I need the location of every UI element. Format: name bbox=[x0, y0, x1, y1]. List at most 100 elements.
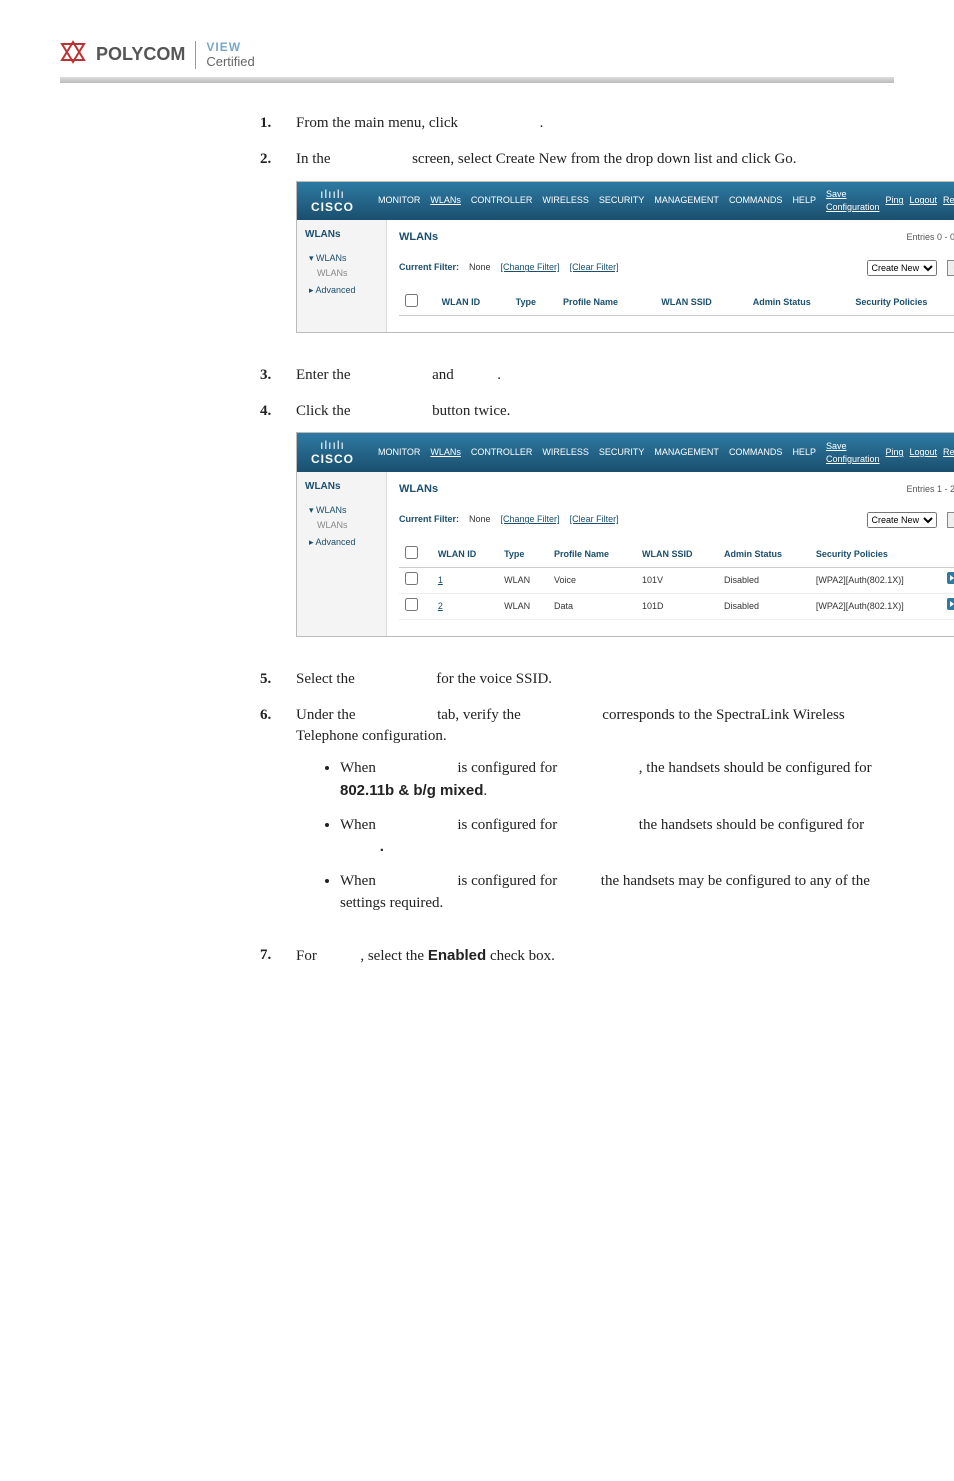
cisco-sidebar: WLANs ▾ WLANs WLANs ▸ Advanced bbox=[297, 220, 387, 332]
col-wlan-ssid: WLAN SSID bbox=[655, 290, 747, 316]
bold-text: . bbox=[380, 838, 384, 855]
filter-value: None bbox=[469, 513, 491, 526]
step-1: 1. From the main menu, click . bbox=[260, 113, 880, 135]
tab-monitor[interactable]: MONITOR bbox=[378, 194, 420, 207]
document-content: 1. From the main menu, click . 2. In the… bbox=[260, 113, 880, 967]
link-save-config[interactable]: Save Configuration bbox=[826, 440, 880, 466]
step-text: corresponds to the SpectraLink Wireless … bbox=[296, 707, 845, 745]
row-action-icon[interactable] bbox=[947, 598, 954, 610]
sidebar-heading: WLANs bbox=[305, 480, 378, 495]
filter-value: None bbox=[469, 261, 491, 274]
header-rule bbox=[60, 77, 894, 83]
cisco-top-links: Save Configuration Ping Logout Refresh bbox=[826, 433, 954, 471]
col-admin-status: Admin Status bbox=[718, 542, 810, 568]
step-text: screen, select Create New from the drop … bbox=[412, 151, 796, 167]
cell-profile: Voice bbox=[548, 567, 636, 593]
cisco-top-links: Save Configuration Ping Logout Refresh bbox=[826, 182, 954, 220]
screenshot-wlans-populated: ılıılı CISCO MONITOR WLANs CONTROLLER WI… bbox=[296, 432, 954, 636]
tab-wlans[interactable]: WLANs bbox=[430, 446, 461, 459]
tab-help[interactable]: HELP bbox=[792, 194, 816, 207]
step-5: 5. Select the for the voice SSID. bbox=[260, 669, 880, 691]
tab-commands[interactable]: COMMANDS bbox=[729, 194, 783, 207]
tab-security[interactable]: SECURITY bbox=[599, 446, 645, 459]
cisco-main-panel: WLANs Entries 0 - 0 of 0 Current Filter:… bbox=[387, 220, 954, 332]
tab-help[interactable]: HELP bbox=[792, 446, 816, 459]
go-button[interactable]: Go bbox=[947, 512, 954, 528]
sidebar-item-advanced[interactable]: ▸ Advanced bbox=[309, 284, 378, 297]
filter-label: Current Filter: bbox=[399, 261, 459, 274]
cell-type: WLAN bbox=[498, 593, 548, 619]
step-7: 7. For , select the Enabled check box. bbox=[260, 945, 880, 968]
cell-security: [WPA2][Auth(802.1X)] bbox=[810, 567, 941, 593]
clear-filter-link[interactable]: [Clear Filter] bbox=[570, 261, 619, 274]
tab-management[interactable]: MANAGEMENT bbox=[654, 194, 719, 207]
col-type: Type bbox=[510, 290, 557, 316]
change-filter-link[interactable]: [Change Filter] bbox=[501, 261, 560, 274]
row-checkbox[interactable] bbox=[405, 598, 418, 611]
step-4: 4. Click the button twice. ılıılı CISCO bbox=[260, 401, 880, 655]
panel-title: WLANs bbox=[399, 482, 438, 498]
clear-filter-link[interactable]: [Clear Filter] bbox=[570, 513, 619, 526]
col-checkbox bbox=[399, 542, 432, 568]
cisco-nav-tabs: MONITOR WLANs CONTROLLER WIRELESS SECURI… bbox=[368, 182, 826, 220]
row-action-icon[interactable] bbox=[947, 572, 954, 584]
row-checkbox[interactable] bbox=[405, 572, 418, 585]
step-number: 4. bbox=[260, 401, 296, 655]
wlan-id-link[interactable]: 1 bbox=[438, 575, 443, 585]
cell-security: [WPA2][Auth(802.1X)] bbox=[810, 593, 941, 619]
brand-name: POLYCOM bbox=[96, 44, 185, 65]
step-6: 6. Under the tab, verify the corresponds… bbox=[260, 705, 880, 931]
tab-security[interactable]: SECURITY bbox=[599, 194, 645, 207]
tab-monitor[interactable]: MONITOR bbox=[378, 446, 420, 459]
select-all-checkbox[interactable] bbox=[405, 294, 418, 307]
col-profile-name: Profile Name bbox=[548, 542, 636, 568]
sidebar-subitem-wlans[interactable]: WLANs bbox=[317, 267, 378, 280]
link-save-config[interactable]: Save Configuration bbox=[826, 188, 880, 214]
table-row: 2 WLAN Data 101D Disabled [WPA2][Auth(80… bbox=[399, 593, 954, 619]
col-security-policies: Security Policies bbox=[810, 542, 941, 568]
col-type: Type bbox=[498, 542, 548, 568]
link-logout[interactable]: Logout bbox=[910, 446, 938, 459]
tab-wireless[interactable]: WIRELESS bbox=[542, 194, 589, 207]
step-text: From the main menu, click bbox=[296, 115, 458, 131]
sidebar-item-wlans[interactable]: ▾ WLANs bbox=[309, 252, 378, 265]
cisco-top-bar: ılıılı CISCO MONITOR WLANs CONTROLLER WI… bbox=[297, 182, 954, 220]
tab-commands[interactable]: COMMANDS bbox=[729, 446, 783, 459]
tab-management[interactable]: MANAGEMENT bbox=[654, 446, 719, 459]
cisco-bars-icon: ılıılı bbox=[311, 188, 354, 201]
tab-controller[interactable]: CONTROLLER bbox=[471, 446, 533, 459]
wlans-table: WLAN ID Type Profile Name WLAN SSID Admi… bbox=[399, 542, 954, 620]
col-security-policies: Security Policies bbox=[849, 290, 954, 316]
entries-count: Entries 1 - 2 of 2 bbox=[907, 483, 954, 496]
link-ping[interactable]: Ping bbox=[886, 194, 904, 207]
step-text: check box. bbox=[486, 948, 555, 964]
brand-divider bbox=[195, 41, 196, 69]
step-text: button twice. bbox=[432, 403, 510, 419]
step-2: 2. In the screen, select Create New from… bbox=[260, 149, 880, 351]
select-all-checkbox[interactable] bbox=[405, 546, 418, 559]
create-new-select[interactable]: Create New bbox=[867, 260, 937, 276]
step-text: tab, verify the bbox=[437, 707, 521, 723]
sidebar-item-wlans[interactable]: ▾ WLANs bbox=[309, 504, 378, 517]
tab-controller[interactable]: CONTROLLER bbox=[471, 194, 533, 207]
cell-ssid: 101V bbox=[636, 567, 718, 593]
wlan-id-link[interactable]: 2 bbox=[438, 601, 443, 611]
entries-count: Entries 0 - 0 of 0 bbox=[907, 231, 954, 244]
sidebar-heading: WLANs bbox=[305, 228, 378, 243]
col-wlan-id: WLAN ID bbox=[432, 542, 498, 568]
link-ping[interactable]: Ping bbox=[886, 446, 904, 459]
link-refresh[interactable]: Refresh bbox=[943, 194, 954, 207]
link-refresh[interactable]: Refresh bbox=[943, 446, 954, 459]
sidebar-subitem-wlans[interactable]: WLANs bbox=[317, 519, 378, 532]
sidebar-item-advanced[interactable]: ▸ Advanced bbox=[309, 536, 378, 549]
change-filter-link[interactable]: [Change Filter] bbox=[501, 513, 560, 526]
go-button[interactable]: Go bbox=[947, 260, 954, 276]
create-new-select[interactable]: Create New bbox=[867, 512, 937, 528]
tab-wireless[interactable]: WIRELESS bbox=[542, 446, 589, 459]
tab-wlans[interactable]: WLANs bbox=[430, 194, 461, 207]
bold-text: 802.11b & b/g mixed bbox=[340, 782, 483, 799]
step-text: . bbox=[497, 367, 501, 383]
cell-ssid: 101D bbox=[636, 593, 718, 619]
link-logout[interactable]: Logout bbox=[910, 194, 938, 207]
step-number: 1. bbox=[260, 113, 296, 135]
